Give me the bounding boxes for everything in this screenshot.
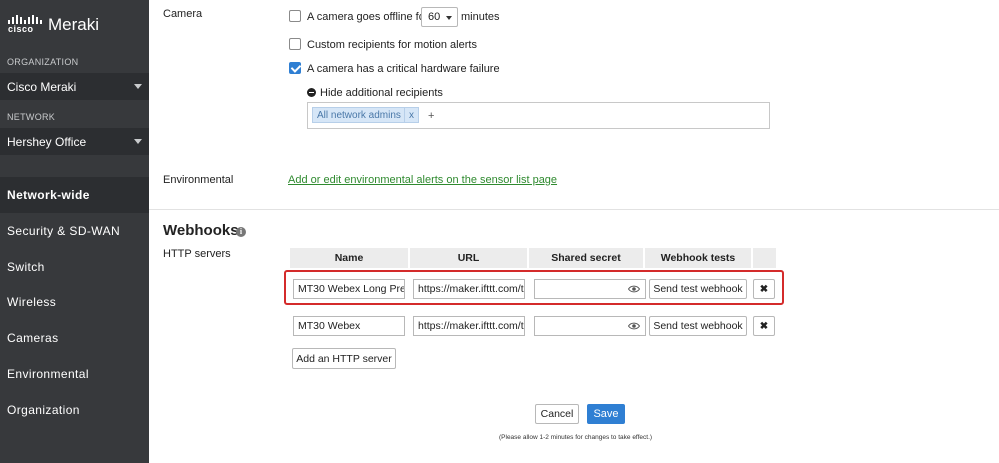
cisco-logo: cisco <box>8 15 42 34</box>
send-test-webhook-button[interactable]: Send test webhook <box>649 316 747 336</box>
minutes-text: minutes <box>461 11 500 23</box>
column-header-url: URL <box>410 248 527 268</box>
webhook-url-input[interactable]: https://maker.ifttt.com/t <box>413 316 525 336</box>
close-icon: x <box>409 109 414 121</box>
camera-offline-text: A camera goes offline for <box>307 11 429 23</box>
main-content: Camera A camera goes offline for 60 minu… <box>149 0 999 463</box>
save-button[interactable]: Save <box>587 404 625 424</box>
delete-webhook-button[interactable]: ✖ <box>753 279 775 299</box>
environmental-alerts-link[interactable]: Add or edit environmental alerts on the … <box>288 174 557 186</box>
motion-alerts-checkbox[interactable] <box>289 38 301 50</box>
chevron-down-icon <box>446 16 452 20</box>
eye-icon[interactable] <box>628 322 640 330</box>
cisco-wordmark: cisco <box>8 24 34 34</box>
nav-organization[interactable]: Organization <box>0 392 149 428</box>
section-divider <box>149 209 999 210</box>
offline-minutes-select[interactable]: 60 <box>421 7 458 27</box>
recipient-chip-remove[interactable]: x <box>404 107 419 123</box>
webhooks-heading: Webhooks <box>163 222 239 239</box>
nav-network-wide[interactable]: Network-wide <box>0 177 149 213</box>
recipient-chip: All network admins <box>312 107 406 123</box>
organization-value: Cisco Meraki <box>7 79 77 94</box>
network-select[interactable]: Hershey Office <box>0 128 149 155</box>
sidebar: cisco Meraki ORGANIZATION Cisco Meraki N… <box>0 0 149 463</box>
webhook-name-input[interactable]: MT30 Webex Long Pres <box>293 279 405 299</box>
eye-icon[interactable] <box>628 285 640 293</box>
cisco-bars-icon <box>8 15 42 24</box>
add-recipient-button[interactable]: + <box>428 110 434 122</box>
save-note: (Please allow 1-2 minutes for changes to… <box>499 434 653 441</box>
brand-logo[interactable]: cisco Meraki <box>8 10 99 34</box>
chevron-down-icon <box>134 84 142 89</box>
meraki-wordmark: Meraki <box>48 15 100 34</box>
hide-recipients-toggle[interactable]: Hide additional recipients <box>320 87 443 99</box>
nav-cameras[interactable]: Cameras <box>0 320 149 356</box>
hardware-failure-text: A camera has a critical hardware failure <box>307 63 500 75</box>
collapse-icon[interactable] <box>307 88 316 97</box>
nav-security-sdwan[interactable]: Security & SD-WAN <box>0 213 149 249</box>
send-test-webhook-button[interactable]: Send test webhook <box>649 279 747 299</box>
nav-wireless[interactable]: Wireless <box>0 284 149 320</box>
network-value: Hershey Office <box>7 134 87 149</box>
close-icon: ✖ <box>759 283 769 295</box>
chevron-down-icon <box>134 139 142 144</box>
network-label: NETWORK <box>7 112 56 122</box>
camera-section-label: Camera <box>163 8 203 20</box>
nav-environmental[interactable]: Environmental <box>0 356 149 392</box>
recipient-chip-label: All network admins <box>317 109 401 121</box>
motion-alerts-text: Custom recipients for motion alerts <box>307 39 477 51</box>
cancel-button[interactable]: Cancel <box>535 404 579 424</box>
delete-webhook-button[interactable]: ✖ <box>753 316 775 336</box>
close-icon: ✖ <box>759 320 769 332</box>
column-header-remove <box>753 248 776 268</box>
column-header-webhook-tests: Webhook tests <box>645 248 751 268</box>
nav-switch[interactable]: Switch <box>0 249 149 285</box>
add-http-server-button[interactable]: Add an HTTP server <box>292 348 396 369</box>
recipients-input[interactable]: All network admins x + <box>307 102 770 129</box>
offline-minutes-value: 60 <box>428 11 441 23</box>
organization-select[interactable]: Cisco Meraki <box>0 73 149 100</box>
column-header-name: Name <box>290 248 408 268</box>
info-icon[interactable]: i <box>236 227 246 237</box>
webhook-url-input[interactable]: https://maker.ifttt.com/t <box>413 279 525 299</box>
camera-offline-checkbox[interactable] <box>289 10 301 22</box>
organization-label: ORGANIZATION <box>7 57 79 67</box>
environmental-section-label: Environmental <box>163 174 234 186</box>
column-header-shared-secret: Shared secret <box>529 248 643 268</box>
hardware-failure-checkbox[interactable] <box>289 62 301 74</box>
webhook-name-input[interactable]: MT30 Webex <box>293 316 405 336</box>
http-servers-label: HTTP servers <box>163 248 231 260</box>
